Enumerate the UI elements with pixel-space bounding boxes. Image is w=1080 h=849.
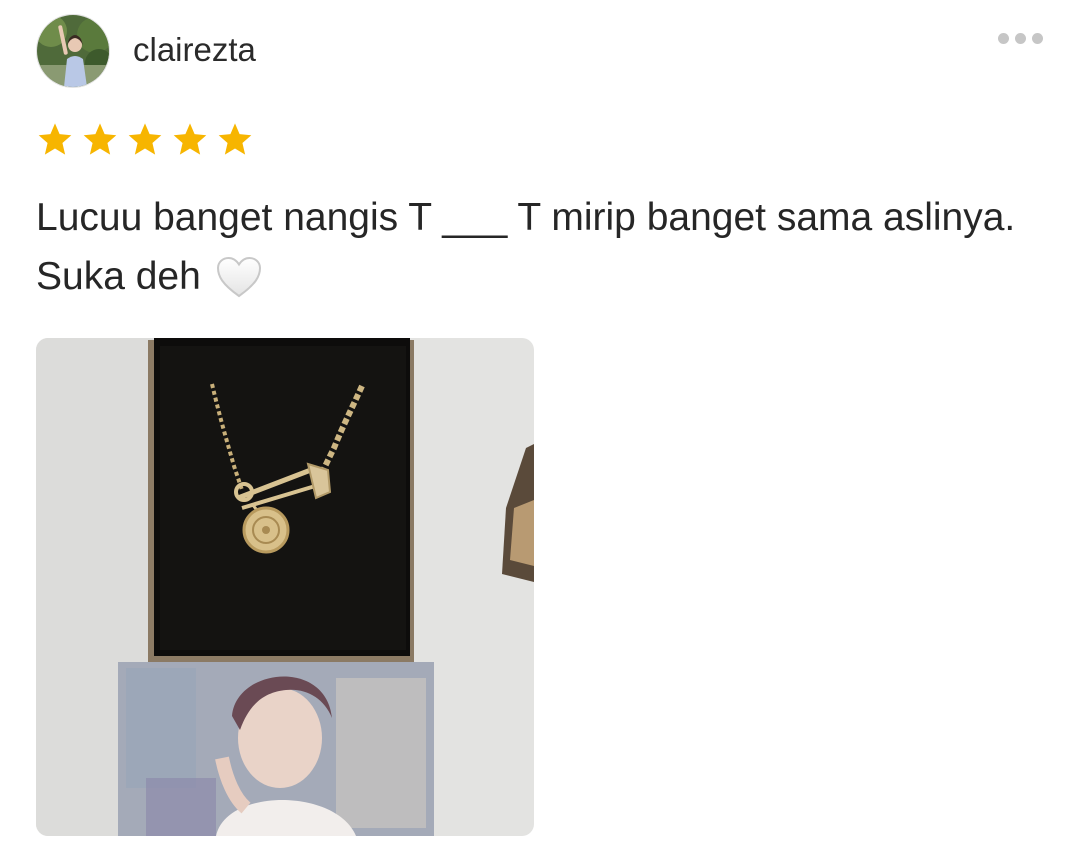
dot (1031, 32, 1043, 44)
review-text-block: Lucuu banget nangis T ___ T mirip banget… (36, 188, 1036, 315)
star-icon (38, 123, 72, 155)
dot (997, 32, 1009, 44)
star-icon (83, 123, 117, 155)
username[interactable]: clairezta (133, 30, 256, 70)
more-options-icon[interactable] (990, 25, 1050, 51)
avatar-photo (37, 15, 109, 87)
dot (1014, 32, 1026, 44)
star-rating (36, 121, 254, 159)
star-icon (218, 123, 252, 155)
avatar[interactable] (36, 14, 110, 88)
star-icon (128, 123, 162, 155)
white-heart-icon (216, 256, 262, 315)
necklace-photo (36, 338, 534, 836)
review-text: Lucuu banget nangis T ___ T mirip banget… (36, 196, 1016, 298)
review-photo[interactable] (36, 338, 534, 836)
star-icon (173, 123, 207, 155)
